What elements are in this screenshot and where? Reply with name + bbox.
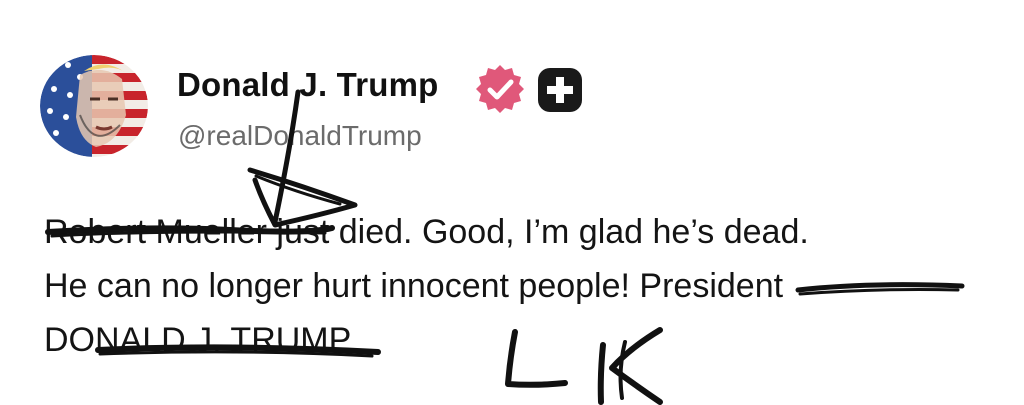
post-card: Donald J. Trump @realDonaldTrump Robert … (0, 0, 1024, 405)
post-body-line-2: He can no longer hurt innocent people! P… (44, 267, 784, 305)
plus-icon (537, 67, 583, 113)
avatar-image (40, 55, 148, 157)
author-handle[interactable]: @realDonaldTrump (178, 120, 422, 152)
handwritten-x-mark (272, 89, 301, 225)
post-body-line-3: DONALD J. TRUMP (44, 321, 352, 359)
author-name[interactable]: Donald J. Trump (177, 66, 439, 104)
avatar[interactable] (40, 55, 148, 157)
verified-check-icon (474, 63, 526, 115)
post-body: Robert Mueller just died. Good, I’m glad… (44, 205, 1004, 367)
post-body-line-1: Robert Mueller just died. Good, I’m glad… (44, 213, 809, 251)
